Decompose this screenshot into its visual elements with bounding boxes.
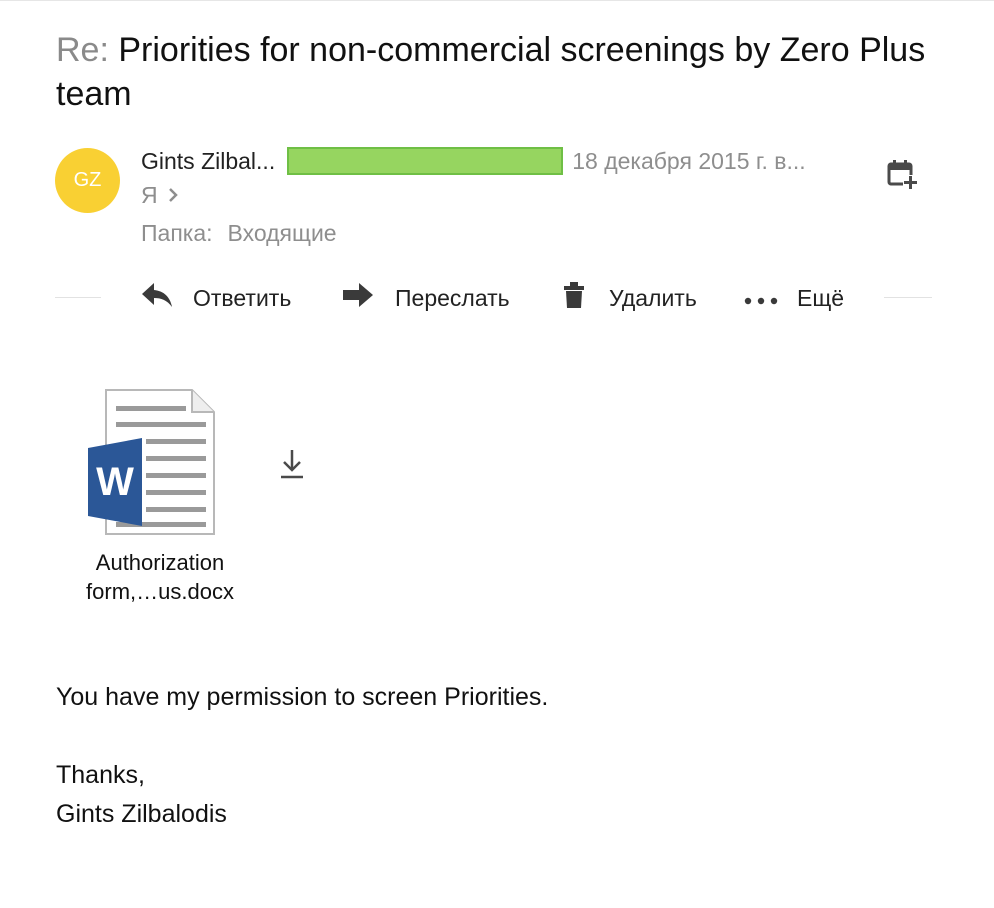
more-button[interactable]: Ещё (744, 280, 844, 316)
sender-name[interactable]: Gints Zilbal... (141, 148, 275, 175)
folder-label: Папка: (141, 219, 213, 246)
subject-text: Priorities for non-commercial screenings… (56, 31, 926, 113)
chevron-right-icon (168, 182, 178, 209)
actions-divider-right (884, 297, 932, 298)
delete-label: Удалить (609, 284, 697, 311)
svg-text:W: W (96, 460, 134, 504)
reply-label: Ответить (193, 284, 292, 311)
top-divider (0, 0, 994, 1)
download-icon[interactable] (279, 448, 305, 480)
recipient-toggle[interactable]: Я (141, 180, 178, 210)
folder-value[interactable]: Входящие (228, 220, 337, 247)
word-document-icon: W (86, 388, 216, 536)
actions-divider-left (55, 297, 101, 298)
sender-row: Gints Zilbal... 18 декабря 2015 г. в... (141, 144, 806, 178)
trash-icon (562, 281, 586, 315)
email-subject: Re: Priorities for non-commercial screen… (56, 28, 956, 116)
attachment-name-line2: form,…us.docx (86, 579, 234, 604)
reply-button[interactable]: Ответить (141, 280, 291, 316)
reply-icon (141, 281, 173, 315)
email-view: Re: Priorities for non-commercial screen… (0, 0, 994, 908)
body-signature: Gints Zilbalodis (56, 800, 227, 828)
sender-avatar[interactable]: GZ (55, 148, 120, 213)
more-dots-icon (744, 285, 778, 312)
more-label: Ещё (797, 284, 845, 311)
body-line: Thanks, (56, 761, 145, 789)
forward-button[interactable]: Переслать (341, 280, 510, 316)
attachment-filename: Authorization form,…us.docx (62, 548, 258, 606)
attachment-file[interactable]: W Authorization form,…us.docx (62, 388, 258, 608)
recipient-label: Я (141, 181, 158, 208)
redacted-sender-email (287, 147, 564, 175)
attachment-name-line1: Authorization (95, 550, 225, 575)
add-to-calendar-icon[interactable] (886, 158, 918, 190)
body-line: You have my permission to screen Priorit… (56, 683, 549, 711)
subject-reply-prefix: Re: (56, 31, 109, 69)
forward-arrow-icon (341, 281, 375, 315)
email-body: You have my permission to screen Priorit… (56, 678, 936, 834)
forward-label: Переслать (395, 284, 510, 311)
message-date: 18 декабря 2015 г. в... (572, 147, 806, 174)
delete-button[interactable]: Удалить (562, 280, 697, 316)
folder-info: Папка: Входящие (141, 218, 337, 248)
